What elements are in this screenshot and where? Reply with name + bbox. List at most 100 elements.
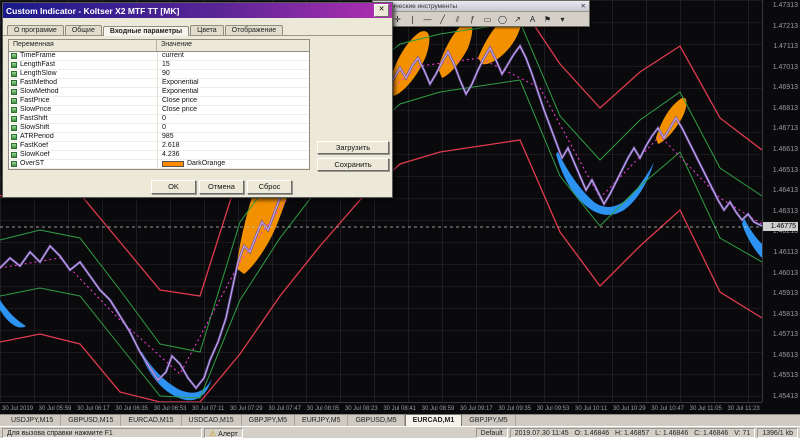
save-button[interactable]: Сохранить bbox=[317, 158, 389, 171]
time-label: 30 Jul 07:11 bbox=[192, 405, 225, 412]
time-label: 30 Jul 07:47 bbox=[268, 405, 301, 412]
param-value[interactable]: 0 bbox=[157, 115, 309, 123]
color-name: DarkOrange bbox=[187, 160, 226, 167]
reset-button[interactable]: Сброс bbox=[247, 180, 292, 194]
table-row[interactable]: SlowMethod Exponential bbox=[9, 88, 309, 97]
price-label: 1.46713 bbox=[772, 125, 798, 133]
table-row[interactable]: SlowKoef 4.236 bbox=[9, 151, 309, 160]
alert-icon: ⚠ bbox=[209, 428, 217, 438]
time-label: 30 Jul 09:17 bbox=[460, 405, 493, 412]
param-value[interactable]: 15 bbox=[157, 61, 309, 69]
tab-inputs[interactable]: Входные параметры bbox=[102, 26, 190, 36]
horizontal-line-icon[interactable]: ― bbox=[420, 13, 435, 26]
tab-common[interactable]: Общие bbox=[64, 25, 102, 35]
table-row[interactable]: FastMethod Exponential bbox=[9, 79, 309, 88]
status-bar: Для вызова справки нажмите F1 ⚠ Алерт Def… bbox=[0, 426, 800, 438]
param-value[interactable]: 0 bbox=[157, 124, 309, 132]
chart-tab[interactable]: GBPUSD,M15 bbox=[61, 415, 122, 426]
param-name: FastMethod bbox=[20, 79, 57, 86]
rectangle-icon[interactable]: ▭ bbox=[480, 13, 495, 26]
param-icon bbox=[11, 89, 17, 95]
time-label: 30 Jul 07:29 bbox=[229, 405, 263, 412]
tab-about[interactable]: О программе bbox=[7, 25, 64, 35]
label-icon[interactable]: ⚑ bbox=[540, 13, 555, 26]
dialog-titlebar[interactable]: Custom Indicator - Koltser X2 MTF TT [MK… bbox=[3, 3, 392, 18]
param-value[interactable]: Close price bbox=[157, 106, 309, 114]
chart-tab[interactable]: USDCAD,M15 bbox=[182, 415, 242, 426]
close-icon[interactable]: ✕ bbox=[581, 2, 586, 10]
time-label: 30 Jul 06:17 bbox=[77, 405, 110, 412]
quote-volume: V: 71 bbox=[734, 429, 751, 437]
table-row[interactable]: OverSO DodgerBlue bbox=[9, 169, 309, 170]
status-template: Default bbox=[475, 427, 508, 438]
price-scale[interactable]: 1.47313 1.47213 1.47113 1.47013 1.46913 … bbox=[762, 0, 800, 402]
param-value[interactable]: 90 bbox=[157, 70, 309, 78]
chart-tab-active[interactable]: EURCAD,M1 bbox=[404, 414, 463, 426]
chart-tab[interactable]: GBPUSD,M5 bbox=[348, 415, 405, 426]
param-value[interactable]: DodgerBlue bbox=[157, 169, 309, 170]
table-row[interactable]: LengthFast 15 bbox=[9, 61, 309, 70]
arrow-icon[interactable]: ↗ bbox=[510, 13, 525, 26]
vertical-line-icon[interactable]: ❘ bbox=[405, 13, 420, 26]
chart-tab[interactable]: USDJPY,M15 bbox=[4, 415, 62, 426]
table-row[interactable]: LengthSlow 90 bbox=[9, 70, 309, 79]
param-name: SlowKoef bbox=[20, 151, 50, 158]
fibonacci-icon[interactable]: ƒ bbox=[465, 13, 480, 26]
tab-visualization[interactable]: Отображение bbox=[224, 25, 284, 35]
price-label: 1.47113 bbox=[773, 43, 798, 51]
close-icon[interactable]: ✕ bbox=[374, 4, 389, 17]
table-row[interactable]: SlowShift 0 bbox=[9, 124, 309, 133]
ellipse-icon[interactable]: ◯ bbox=[495, 13, 510, 26]
price-label: 1.46313 bbox=[772, 207, 798, 215]
param-icon bbox=[11, 143, 17, 149]
param-value[interactable]: Exponential bbox=[157, 79, 309, 87]
chart-tab[interactable]: GBPJPY,M5 bbox=[242, 415, 296, 426]
alert-label: Алерт bbox=[218, 430, 238, 438]
param-name: FastKoef bbox=[20, 142, 49, 149]
table-row[interactable]: ATRPeriod 985 bbox=[9, 133, 309, 142]
param-value[interactable]: Exponential bbox=[157, 88, 309, 96]
table-row[interactable]: TimeFrame current bbox=[9, 52, 309, 61]
param-value[interactable]: 4.236 bbox=[157, 151, 309, 159]
channel-icon[interactable]: ⫽ bbox=[450, 13, 465, 26]
param-icon bbox=[11, 98, 17, 104]
table-row[interactable]: OverST DarkOrange bbox=[9, 160, 309, 169]
param-value[interactable]: 985 bbox=[157, 133, 309, 141]
time-label: 30 Jul 11:05 bbox=[689, 405, 722, 412]
param-value[interactable]: 2.618 bbox=[157, 142, 309, 150]
table-row[interactable]: FastKoef 2.618 bbox=[9, 142, 309, 151]
chart-tab[interactable]: GBPJPY,M5 bbox=[462, 415, 516, 426]
drawing-toolbar-icons: ➤ ✛ ❘ ― ╱ ⫽ ƒ ▭ ◯ ↗ A ⚑ ▾ bbox=[373, 12, 589, 27]
time-label: 30 Jul 08:05 bbox=[306, 405, 340, 412]
status-alert[interactable]: ⚠ Алерт bbox=[204, 427, 243, 438]
trendline-icon[interactable]: ╱ bbox=[435, 13, 450, 26]
time-axis[interactable]: 30 Jul 2019 30 Jul 05:59 30 Jul 06:17 30… bbox=[0, 402, 762, 414]
param-name: TimeFrame bbox=[20, 52, 56, 59]
chart-tab[interactable]: EURCAD,M15 bbox=[121, 415, 182, 426]
color-swatch bbox=[162, 161, 184, 167]
param-name: FastPrice bbox=[20, 97, 50, 104]
param-icon bbox=[11, 152, 17, 158]
table-header: Переменная Значение bbox=[9, 40, 309, 52]
param-value[interactable]: current bbox=[157, 52, 309, 60]
chart-tab[interactable]: EURJPY,M5 bbox=[295, 415, 349, 426]
drawing-toolbar-titlebar[interactable]: Графические инструменты ✕ bbox=[373, 1, 589, 12]
table-row[interactable]: SlowPrice Close price bbox=[9, 106, 309, 115]
time-label: 30 Jul 05:59 bbox=[38, 405, 72, 412]
param-icon bbox=[11, 107, 17, 113]
param-name: OverST bbox=[20, 160, 45, 167]
chevron-down-icon[interactable]: ▾ bbox=[555, 13, 570, 26]
table-row[interactable]: FastShift 0 bbox=[9, 115, 309, 124]
cancel-button[interactable]: Отмена bbox=[199, 180, 244, 194]
tab-colors[interactable]: Цвета bbox=[190, 25, 224, 35]
ok-button[interactable]: OK bbox=[151, 180, 196, 194]
load-button[interactable]: Загрузить bbox=[317, 141, 389, 154]
time-label: 30 Jul 09:35 bbox=[498, 405, 532, 412]
param-value[interactable]: DarkOrange bbox=[157, 160, 309, 168]
time-label: 30 Jul 06:35 bbox=[115, 405, 149, 412]
price-label: 1.46113 bbox=[773, 248, 798, 256]
param-value[interactable]: Close price bbox=[157, 97, 309, 105]
text-icon[interactable]: A bbox=[525, 13, 540, 26]
table-row[interactable]: FastPrice Close price bbox=[9, 97, 309, 106]
quote-high: H: 1.46857 bbox=[615, 429, 650, 437]
